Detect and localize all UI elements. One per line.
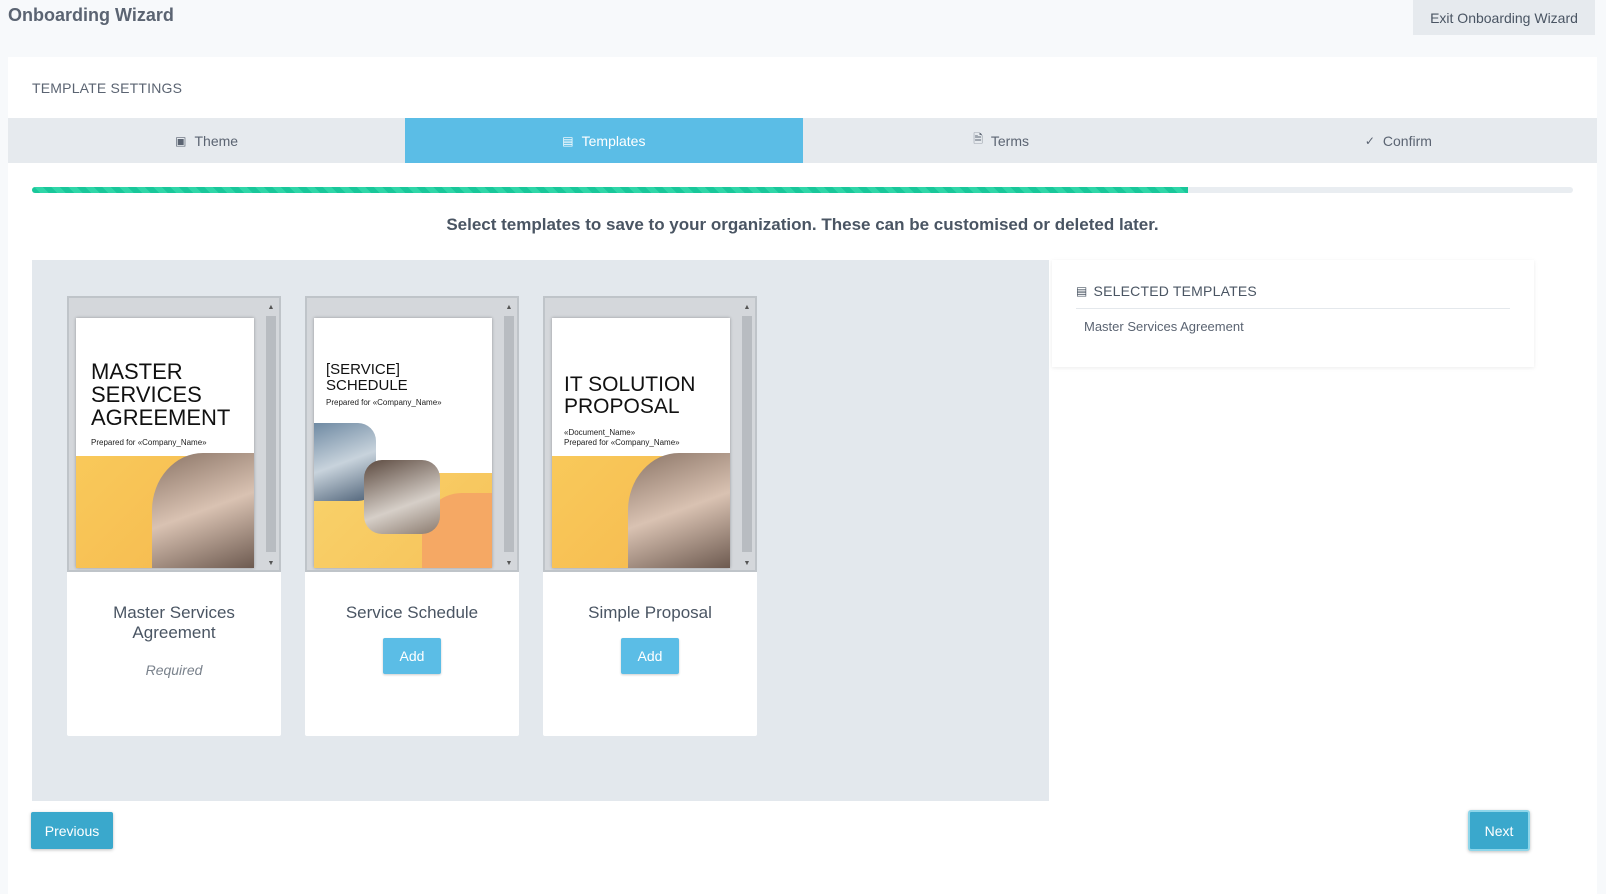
preview-photo bbox=[628, 453, 730, 568]
template-name-line: Agreement bbox=[132, 623, 216, 643]
preview-title-line: AGREEMENT bbox=[91, 405, 231, 431]
template-name-line: Master Services bbox=[113, 603, 235, 622]
tab-terms[interactable]: 🗎 Terms bbox=[803, 118, 1200, 163]
preview-subtitle: Prepared for «Company_Name» bbox=[564, 438, 680, 447]
preview-subtitle: Prepared for «Company_Name» bbox=[91, 438, 207, 447]
preview-title-line: MASTER bbox=[91, 359, 183, 384]
preview-photo bbox=[364, 460, 440, 534]
selected-title-label: SELECTED TEMPLATES bbox=[1093, 283, 1257, 299]
progress-bar bbox=[32, 187, 1573, 193]
check-circle-icon: ✓ bbox=[1364, 133, 1375, 148]
template-card-simple-proposal: IT SOLUTION PROPOSAL «Document_Name» Pre… bbox=[543, 296, 757, 736]
preview-page: MASTER SERVICES AGREEMENT Prepared for «… bbox=[76, 318, 254, 568]
add-service-schedule-button[interactable]: Add bbox=[383, 638, 441, 674]
tab-label: Templates bbox=[581, 132, 646, 149]
preview-title-line: [SERVICE] bbox=[326, 361, 400, 378]
section-title: TEMPLATE SETTINGS bbox=[32, 80, 183, 96]
preview-title-line: PROPOSAL bbox=[564, 395, 680, 419]
preview-page: [SERVICE] SCHEDULE Prepared for «Company… bbox=[314, 318, 492, 568]
preview-title-line: SCHEDULE bbox=[326, 376, 408, 394]
templates-icon: ▤ bbox=[1076, 284, 1088, 298]
preview-scrollbar[interactable]: ▲ ▼ bbox=[741, 304, 753, 568]
preview-title-line: IT SOLUTION bbox=[564, 373, 696, 396]
tab-templates[interactable]: ▤ Templates bbox=[405, 118, 803, 163]
templates-icon: ▤ bbox=[562, 133, 574, 148]
tab-theme[interactable]: ▣ Theme bbox=[8, 118, 405, 163]
selected-templates-title: ▤ SELECTED TEMPLATES bbox=[1076, 283, 1257, 299]
template-name: Simple Proposal bbox=[588, 603, 712, 622]
scroll-up-icon[interactable]: ▲ bbox=[265, 304, 277, 312]
scroll-down-icon[interactable]: ▼ bbox=[503, 560, 515, 568]
template-preview[interactable]: [SERVICE] SCHEDULE Prepared for «Company… bbox=[305, 296, 519, 572]
template-cards-area: MASTER SERVICES AGREEMENT Prepared for «… bbox=[32, 260, 1049, 801]
scroll-down-icon[interactable]: ▼ bbox=[741, 560, 753, 568]
scroll-up-icon[interactable]: ▲ bbox=[503, 304, 515, 312]
tab-label: Theme bbox=[194, 132, 239, 149]
preview-doc-name: «Document_Name» bbox=[564, 428, 636, 437]
preview-subtitle: Prepared for «Company_Name» bbox=[326, 398, 442, 407]
exit-wizard-button[interactable]: Exit Onboarding Wizard bbox=[1413, 0, 1595, 35]
template-name: Service Schedule bbox=[345, 603, 479, 622]
app-title: Onboarding Wizard bbox=[8, 5, 174, 25]
wizard-tabs: ▣ Theme ▤ Templates 🗎 Terms ✓ Confirm bbox=[8, 118, 1597, 163]
document-icon: 🗎 bbox=[973, 132, 983, 146]
template-preview[interactable]: MASTER SERVICES AGREEMENT Prepared for «… bbox=[67, 296, 281, 572]
preview-title: [SERVICE] SCHEDULE bbox=[326, 362, 408, 394]
required-label: Required bbox=[145, 662, 203, 678]
preview-scrollbar[interactable]: ▲ ▼ bbox=[265, 304, 277, 568]
scroll-thumb[interactable] bbox=[504, 316, 514, 552]
scroll-down-icon[interactable]: ▼ bbox=[265, 560, 277, 568]
divider bbox=[1076, 308, 1510, 309]
add-simple-proposal-button[interactable]: Add bbox=[621, 638, 679, 674]
preview-title: MASTER SERVICES AGREEMENT bbox=[91, 360, 230, 429]
scroll-thumb[interactable] bbox=[742, 316, 752, 552]
preview-photo bbox=[152, 453, 254, 568]
preview-title-line: SERVICES bbox=[91, 382, 202, 408]
tab-label: Terms bbox=[990, 132, 1030, 149]
preview-scrollbar[interactable]: ▲ ▼ bbox=[503, 304, 515, 568]
tab-label: Confirm bbox=[1382, 132, 1432, 149]
selected-templates-panel: ▤ SELECTED TEMPLATES Master Services Agr… bbox=[1052, 260, 1534, 367]
instruction-text: Select templates to save to your organiz… bbox=[446, 215, 1159, 234]
selected-template-item: Master Services Agreement bbox=[1084, 319, 1244, 334]
template-preview[interactable]: IT SOLUTION PROPOSAL «Document_Name» Pre… bbox=[543, 296, 757, 572]
image-icon: ▣ bbox=[175, 133, 187, 148]
next-button[interactable]: Next bbox=[1468, 810, 1530, 851]
scroll-up-icon[interactable]: ▲ bbox=[741, 304, 753, 312]
template-card-master-services: MASTER SERVICES AGREEMENT Prepared for «… bbox=[67, 296, 281, 736]
tab-confirm[interactable]: ✓ Confirm bbox=[1200, 118, 1597, 163]
template-name: Master Services Agreement bbox=[67, 603, 281, 644]
progress-fill bbox=[32, 187, 1188, 193]
preview-page: IT SOLUTION PROPOSAL «Document_Name» Pre… bbox=[552, 318, 730, 568]
preview-title: IT SOLUTION PROPOSAL bbox=[564, 373, 696, 419]
wizard-panel: TEMPLATE SETTINGS ▣ Theme ▤ Templates 🗎 … bbox=[8, 57, 1597, 894]
previous-button[interactable]: Previous bbox=[31, 812, 113, 849]
scroll-thumb[interactable] bbox=[266, 316, 276, 552]
template-card-service-schedule: [SERVICE] SCHEDULE Prepared for «Company… bbox=[305, 296, 519, 736]
